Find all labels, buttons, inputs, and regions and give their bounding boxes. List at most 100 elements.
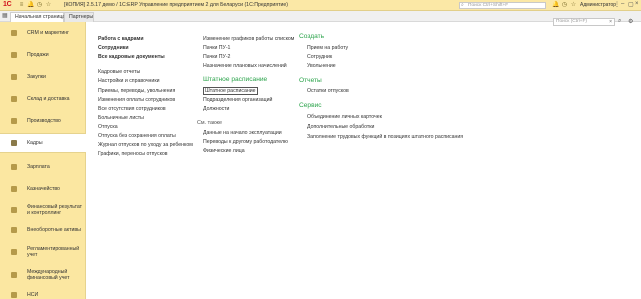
sections-grid-icon[interactable]: ▦ bbox=[2, 13, 8, 19]
sidebar-item-label: Международный финансовый учет bbox=[27, 269, 70, 281]
window-title: [КОПИЯ] 2.5.17 демо / 1С:ERP Управление … bbox=[64, 2, 288, 8]
link-pu1-packs[interactable]: Пачки ПУ-1 bbox=[203, 45, 230, 51]
link-hr-reports[interactable]: Кадровые отчеты bbox=[98, 69, 140, 75]
sidebar-item-production[interactable]: Производство bbox=[0, 116, 86, 126]
link-unpaid-vacations[interactable]: Отпуска без сохранения оплаты bbox=[98, 133, 176, 139]
sidebar-item-label: НСИ bbox=[27, 292, 39, 298]
sidebar-item-sales[interactable]: Продажи bbox=[0, 50, 86, 60]
link-org-divisions[interactable]: Подразделения организаций bbox=[203, 97, 272, 103]
sidebar-item-fixed-assets[interactable]: Внеоборотные активы bbox=[0, 225, 86, 235]
sidebar-item-salary[interactable]: Зарплата bbox=[0, 162, 86, 172]
link-pay-changes[interactable]: Изменения оплаты сотрудников bbox=[98, 97, 175, 103]
link-vacation-schedules[interactable]: Графики, переносы отпусков bbox=[98, 151, 168, 157]
sidebar-item-crm[interactable]: CRM и маркетинг bbox=[0, 28, 86, 38]
link-vacation-balances[interactable]: Остатки отпусков bbox=[307, 88, 349, 94]
sidebar-item-regulated-accounting[interactable]: Регламентированный учет bbox=[0, 244, 86, 260]
sidebar-item-ifrs[interactable]: Международный финансовый учет bbox=[0, 267, 86, 283]
heading-reports: Отчеты bbox=[299, 77, 322, 84]
fixed-assets-icon bbox=[11, 227, 17, 233]
link-childcare-leave-journal[interactable]: Журнал отпусков по уходу за ребенком bbox=[98, 142, 193, 148]
panel-search-placeholder: Поиск (Ctrl+F) bbox=[556, 19, 588, 24]
sales-icon bbox=[11, 52, 17, 58]
settings-icon[interactable]: ⋮ bbox=[614, 1, 620, 8]
section-panel: Поиск (Ctrl+F) × ⌕ ⚙ Работа с кадрами Со… bbox=[87, 18, 641, 299]
global-search-input[interactable]: ⌕ Поиск Ctrl+Shift+F bbox=[459, 2, 546, 9]
minimize-icon[interactable]: – bbox=[621, 1, 624, 7]
link-initial-data[interactable]: Данные на начало эксплуатации bbox=[203, 130, 282, 136]
user-name[interactable]: Администратор bbox=[580, 2, 616, 8]
purchases-icon bbox=[11, 74, 17, 80]
sidebar-item-label: Кадры bbox=[27, 140, 43, 146]
nsi-icon bbox=[11, 292, 17, 298]
panel-search-input[interactable]: Поиск (Ctrl+F) × bbox=[553, 18, 615, 26]
heading-staff-schedule: Штатное расписание bbox=[203, 76, 268, 83]
sidebar-item-label: Казначейство bbox=[27, 186, 60, 192]
title-bar: 1С ≡ 🔔 ◷ ☆ [КОПИЯ] 2.5.17 демо / 1С:ERP … bbox=[0, 0, 641, 11]
sidebar-item-label: Производство bbox=[27, 118, 61, 124]
link-additional-processing[interactable]: Дополнительные обработки bbox=[307, 124, 374, 130]
financial-result-icon bbox=[11, 207, 17, 213]
link-create-dismissal[interactable]: Увольнение bbox=[307, 63, 336, 69]
tab-partners[interactable]: Партнеры bbox=[64, 12, 94, 22]
notifications-icon[interactable]: 🔔 bbox=[27, 2, 34, 9]
link-merge-personal-cards[interactable]: Объединение личных карточек bbox=[307, 114, 382, 120]
menu-icon[interactable]: ≡ bbox=[18, 2, 25, 9]
sidebar-item-treasury[interactable]: Казначейство bbox=[0, 184, 86, 194]
sidebar-item-purchases[interactable]: Закупки bbox=[0, 72, 86, 82]
production-icon bbox=[11, 118, 17, 124]
tabs-bar: ▦ Начальная страница Партнеры bbox=[0, 11, 641, 22]
hr-icon bbox=[11, 140, 17, 146]
link-schedule-changes[interactable]: Изменение графиков работы списком bbox=[203, 36, 294, 42]
link-vacations[interactable]: Отпуска bbox=[98, 124, 118, 130]
treasury-icon bbox=[11, 186, 17, 192]
warehouse-icon bbox=[11, 96, 17, 102]
star-icon[interactable]: ☆ bbox=[570, 2, 577, 9]
bell-icon[interactable]: 🔔 bbox=[552, 2, 559, 9]
sidebar: CRM и маркетинг Продажи Закупки Склад и … bbox=[0, 22, 86, 299]
sidebar-item-label: Продажи bbox=[27, 52, 49, 58]
crm-icon bbox=[11, 30, 17, 36]
sidebar-item-hr[interactable]: Кадры bbox=[0, 133, 86, 153]
sidebar-item-nsi[interactable]: НСИ bbox=[0, 290, 86, 299]
link-hires-transfers[interactable]: Приемы, переводы, увольнения bbox=[98, 88, 175, 94]
favorites-icon[interactable]: ☆ bbox=[45, 2, 52, 9]
heading-service: Сервис bbox=[299, 102, 322, 109]
link-create-employee[interactable]: Сотрудник bbox=[307, 54, 332, 60]
close-icon[interactable]: × bbox=[635, 1, 639, 7]
link-all-hr-documents[interactable]: Все кадровые документы bbox=[98, 54, 165, 60]
link-create-hire[interactable]: Прием на работу bbox=[307, 45, 348, 51]
app-logo: 1С bbox=[3, 1, 12, 8]
link-individuals[interactable]: Физические лица bbox=[203, 148, 245, 154]
salary-icon bbox=[11, 164, 17, 170]
link-planned-accruals[interactable]: Назначение плановых начислений bbox=[203, 63, 287, 69]
panel-settings-icon[interactable]: ⚙ bbox=[628, 18, 633, 25]
link-staff-schedule[interactable]: Штатное расписание bbox=[203, 87, 258, 95]
regulated-accounting-icon bbox=[11, 249, 17, 255]
panel-search-icon[interactable]: ⌕ bbox=[618, 18, 621, 25]
heading-see-also: См. также bbox=[197, 120, 222, 126]
maximize-icon[interactable]: ▢ bbox=[628, 1, 634, 8]
sidebar-item-label: Склад и доставка bbox=[27, 96, 70, 102]
tab-home[interactable]: Начальная страница bbox=[10, 12, 65, 22]
link-transfers-to-employer[interactable]: Переводы к другому работодателю bbox=[203, 139, 288, 145]
sidebar-item-label: Зарплата bbox=[27, 164, 50, 170]
link-fill-job-functions[interactable]: Заполнение трудовых функций в позициях ш… bbox=[307, 134, 463, 140]
heading-create: Создать bbox=[299, 33, 325, 40]
sidebar-item-label: CRM и маркетинг bbox=[27, 30, 70, 36]
sidebar-item-warehouse[interactable]: Склад и доставка bbox=[0, 94, 86, 104]
link-work-with-personnel[interactable]: Работа с кадрами bbox=[98, 36, 144, 42]
link-employees[interactable]: Сотрудники bbox=[98, 45, 129, 51]
clear-search-icon[interactable]: × bbox=[609, 19, 612, 25]
sidebar-item-label: Внеоборотные активы bbox=[27, 227, 81, 233]
sidebar-item-financial-result[interactable]: Финансовый результат и контроллинг bbox=[0, 202, 86, 218]
clock-icon[interactable]: ◷ bbox=[561, 2, 568, 9]
global-search-placeholder: Поиск Ctrl+Shift+F bbox=[468, 3, 509, 8]
link-sick-leaves[interactable]: Больничные листы bbox=[98, 115, 144, 121]
link-pu2-packs[interactable]: Пачки ПУ-2 bbox=[203, 54, 230, 60]
search-icon: ⌕ bbox=[461, 2, 464, 8]
sidebar-item-label: Финансовый результат и контроллинг bbox=[27, 204, 83, 216]
link-positions[interactable]: Должности bbox=[203, 106, 229, 112]
history-icon[interactable]: ◷ bbox=[36, 2, 43, 9]
link-settings-directories[interactable]: Настройки и справочники bbox=[98, 78, 160, 84]
link-all-absences[interactable]: Все отсутствия сотрудников bbox=[98, 106, 166, 112]
